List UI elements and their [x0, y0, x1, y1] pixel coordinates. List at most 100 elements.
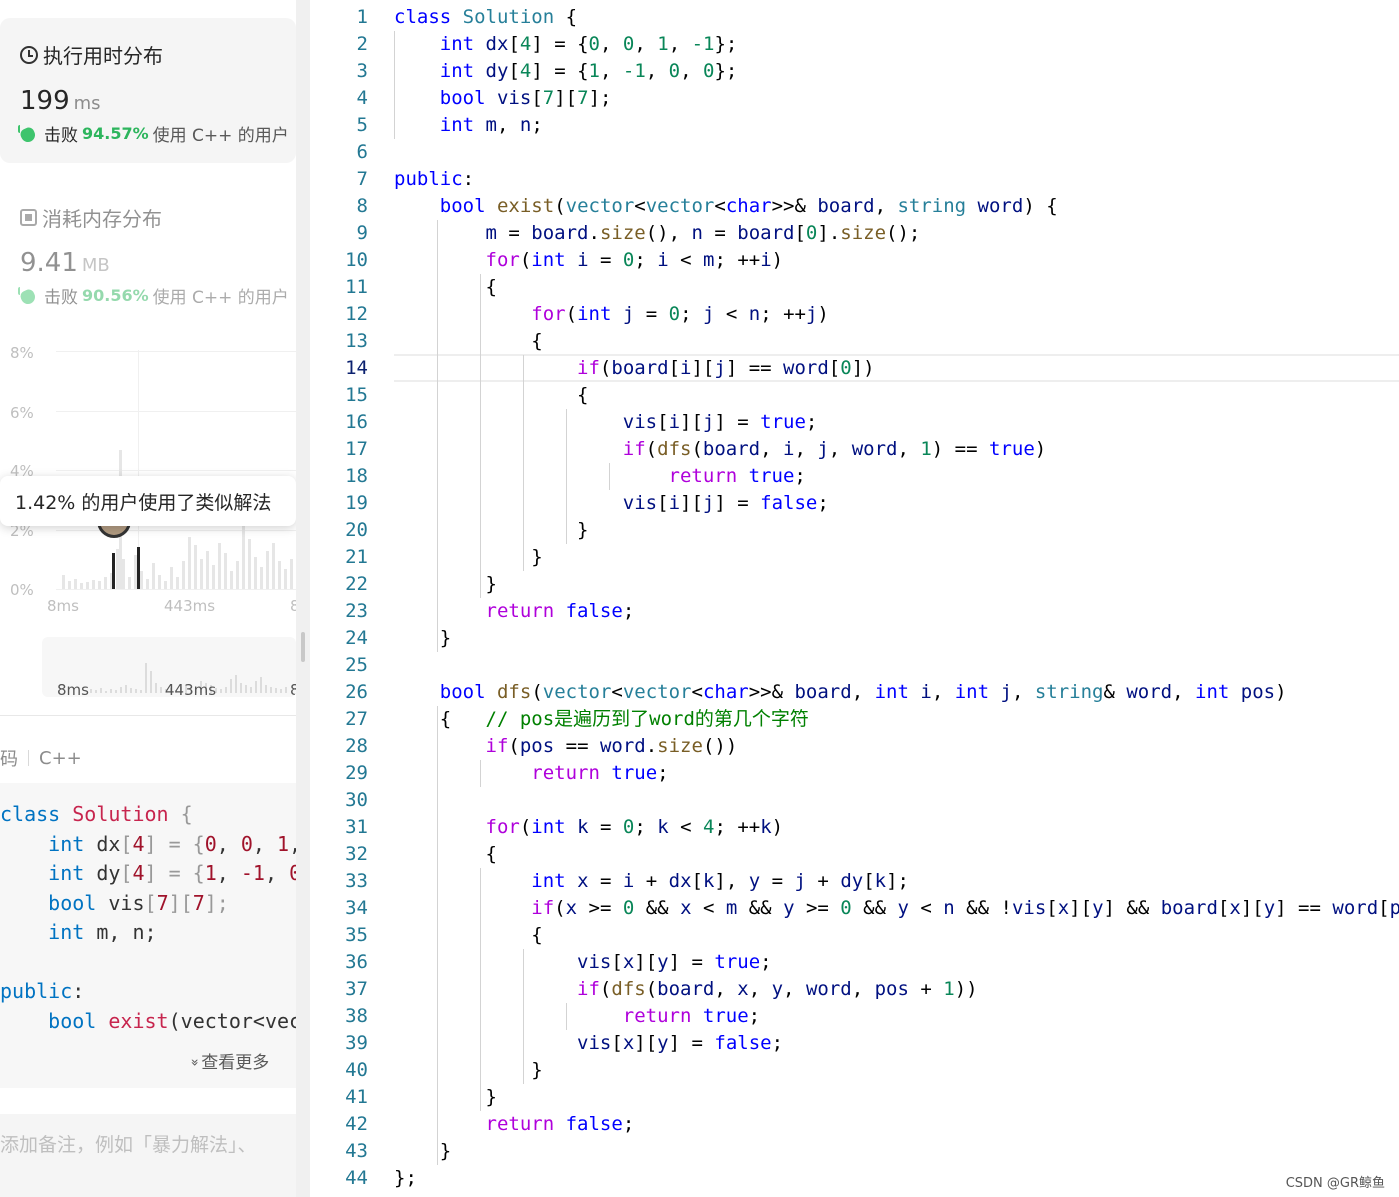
- code-line[interactable]: 6: [310, 139, 1399, 166]
- code-line[interactable]: 9 m = board.size(), n = board[0].size();: [310, 220, 1399, 247]
- code-line[interactable]: 17 if(dfs(board, i, j, word, 1) == true): [310, 436, 1399, 463]
- code-line[interactable]: 11 {: [310, 274, 1399, 301]
- left-panel-scrollbar[interactable]: [296, 0, 310, 1197]
- code-text: }: [394, 519, 589, 541]
- code-line[interactable]: 28 if(pos == word.size()): [310, 733, 1399, 760]
- histogram-bar: [224, 553, 227, 589]
- line-number: 5: [356, 114, 368, 136]
- histogram-bar: [248, 539, 251, 589]
- code-line[interactable]: 19 vis[i][j] = false;: [310, 490, 1399, 517]
- histogram-bar: [68, 581, 71, 589]
- code-line[interactable]: 39 vis[x][y] = false;: [310, 1030, 1399, 1057]
- code-line[interactable]: 4 bool vis[7][7];: [310, 85, 1399, 112]
- histogram-bar: [260, 567, 263, 589]
- code-editor[interactable]: 1 class Solution {2 int dx[4] = {0, 0, 1,…: [310, 0, 1399, 1197]
- y-tick: 8%: [10, 344, 34, 362]
- code-text: public:: [394, 168, 475, 190]
- code-preview-line: bool exist(vector<vect: [48, 1008, 296, 1033]
- code-text: return false;: [485, 1113, 635, 1135]
- code-line[interactable]: 2 int dx[4] = {0, 0, 1, -1};: [310, 31, 1399, 58]
- code-text: vis[x][y] = false;: [577, 1032, 784, 1054]
- code-line[interactable]: 34 if(x >= 0 && x < m && y >= 0 && y < n…: [310, 895, 1399, 922]
- line-number: 30: [345, 789, 368, 811]
- histogram-bar: [128, 577, 131, 589]
- code-line[interactable]: 41 }: [310, 1084, 1399, 1111]
- code-line[interactable]: 31 for(int k = 0; k < 4; ++k): [310, 814, 1399, 841]
- code-line[interactable]: 35 {: [310, 922, 1399, 949]
- histogram-bar: [278, 561, 281, 589]
- code-line[interactable]: 7 public:: [310, 166, 1399, 193]
- code-line[interactable]: 13 {: [310, 328, 1399, 355]
- code-line[interactable]: 10 for(int i = 0; i < m; ++i): [310, 247, 1399, 274]
- code-line[interactable]: 25: [310, 652, 1399, 679]
- minimap-bar: [155, 683, 157, 693]
- code-text: {: [394, 276, 497, 298]
- code-line[interactable]: 14 if(board[i][j] == word[0]): [310, 355, 1399, 382]
- minimap-bar: [275, 688, 277, 693]
- code-line[interactable]: 12 for(int j = 0; j < n; ++j): [310, 301, 1399, 328]
- code-line[interactable]: 3 int dy[4] = {1, -1, 0, 0};: [310, 58, 1399, 85]
- line-number: 25: [345, 654, 368, 676]
- line-number: 37: [345, 978, 368, 1000]
- user-solution-bar: [112, 553, 115, 589]
- code-text: return true;: [622, 1005, 761, 1027]
- code-text: bool dfs(vector<vector<char>>& board, in…: [439, 681, 1287, 703]
- line-number: 38: [345, 1005, 368, 1027]
- code-line[interactable]: 15 {: [310, 382, 1399, 409]
- code-line[interactable]: 23 return false;: [310, 598, 1399, 625]
- code-text: {: [394, 843, 497, 865]
- code-line[interactable]: 21 }: [310, 544, 1399, 571]
- code-line[interactable]: 22 }: [310, 571, 1399, 598]
- histogram-bar: [74, 579, 77, 589]
- x-tick: 8ms: [47, 597, 79, 615]
- histogram-bar: [170, 567, 173, 589]
- similar-solution-tooltip: 1.42% 的用户使用了类似解法: [0, 476, 296, 526]
- line-number: 44: [345, 1167, 368, 1189]
- clap-icon: [18, 124, 40, 144]
- code-line[interactable]: 37 if(dfs(board, x, y, word, pos + 1)): [310, 976, 1399, 1003]
- histogram-bar: [200, 559, 203, 589]
- gridline: [56, 589, 296, 590]
- code-text: for(int k = 0; k < 4; ++k): [485, 816, 784, 838]
- code-text: }: [394, 1086, 497, 1108]
- scrollbar-thumb[interactable]: [301, 632, 305, 662]
- code-preview-line: [0, 948, 296, 978]
- chart-range-minimap[interactable]: 8ms 443ms 8: [42, 637, 296, 697]
- minimap-bar: [140, 690, 142, 693]
- minimap-bar: [260, 677, 262, 693]
- code-line[interactable]: 18 return true;: [310, 463, 1399, 490]
- code-line[interactable]: 40 }: [310, 1057, 1399, 1084]
- code-line[interactable]: 42 return false;: [310, 1111, 1399, 1138]
- line-number: 28: [345, 735, 368, 757]
- clock-icon: [20, 45, 38, 64]
- code-line[interactable]: 24 }: [310, 625, 1399, 652]
- code-line[interactable]: 29 return true;: [310, 760, 1399, 787]
- code-line[interactable]: 36 vis[x][y] = true;: [310, 949, 1399, 976]
- code-line[interactable]: 16 vis[i][j] = true;: [310, 409, 1399, 436]
- code-text: if(pos == word.size()): [485, 735, 738, 757]
- code-line[interactable]: 43 }: [310, 1138, 1399, 1165]
- runtime-title: 执行用时分布: [20, 40, 163, 69]
- code-line[interactable]: 20 }: [310, 517, 1399, 544]
- minimap-bar: [105, 691, 107, 693]
- see-more-button[interactable]: ›› 查看更多: [187, 1048, 270, 1073]
- code-line[interactable]: 27 { // pos是遍历到了word的第几个字符: [310, 706, 1399, 733]
- line-number: 29: [345, 762, 368, 784]
- code-line[interactable]: 5 int m, n;: [310, 112, 1399, 139]
- line-number: 39: [345, 1032, 368, 1054]
- histogram-bar: [272, 543, 275, 589]
- histogram-bar: [122, 559, 125, 589]
- code-line[interactable]: 44};: [310, 1165, 1399, 1192]
- code-line[interactable]: 1 class Solution {: [310, 4, 1399, 31]
- line-number: 18: [345, 465, 368, 487]
- code-line[interactable]: 30: [310, 787, 1399, 814]
- code-line[interactable]: 38 return true;: [310, 1003, 1399, 1030]
- code-line[interactable]: 33 int x = i + dx[k], y = j + dy[k];: [310, 868, 1399, 895]
- code-text: if(x >= 0 && x < m && y >= 0 && y < n &&…: [531, 897, 1399, 919]
- histogram-bar: [80, 583, 83, 589]
- code-line[interactable]: 8 bool exist(vector<vector<char>>& board…: [310, 193, 1399, 220]
- code-line[interactable]: 32 {: [310, 841, 1399, 868]
- code-text: if(dfs(board, i, j, word, 1) == true): [622, 438, 1047, 460]
- code-text: bool vis[7][7];: [439, 87, 612, 109]
- code-line[interactable]: 26 bool dfs(vector<vector<char>>& board,…: [310, 679, 1399, 706]
